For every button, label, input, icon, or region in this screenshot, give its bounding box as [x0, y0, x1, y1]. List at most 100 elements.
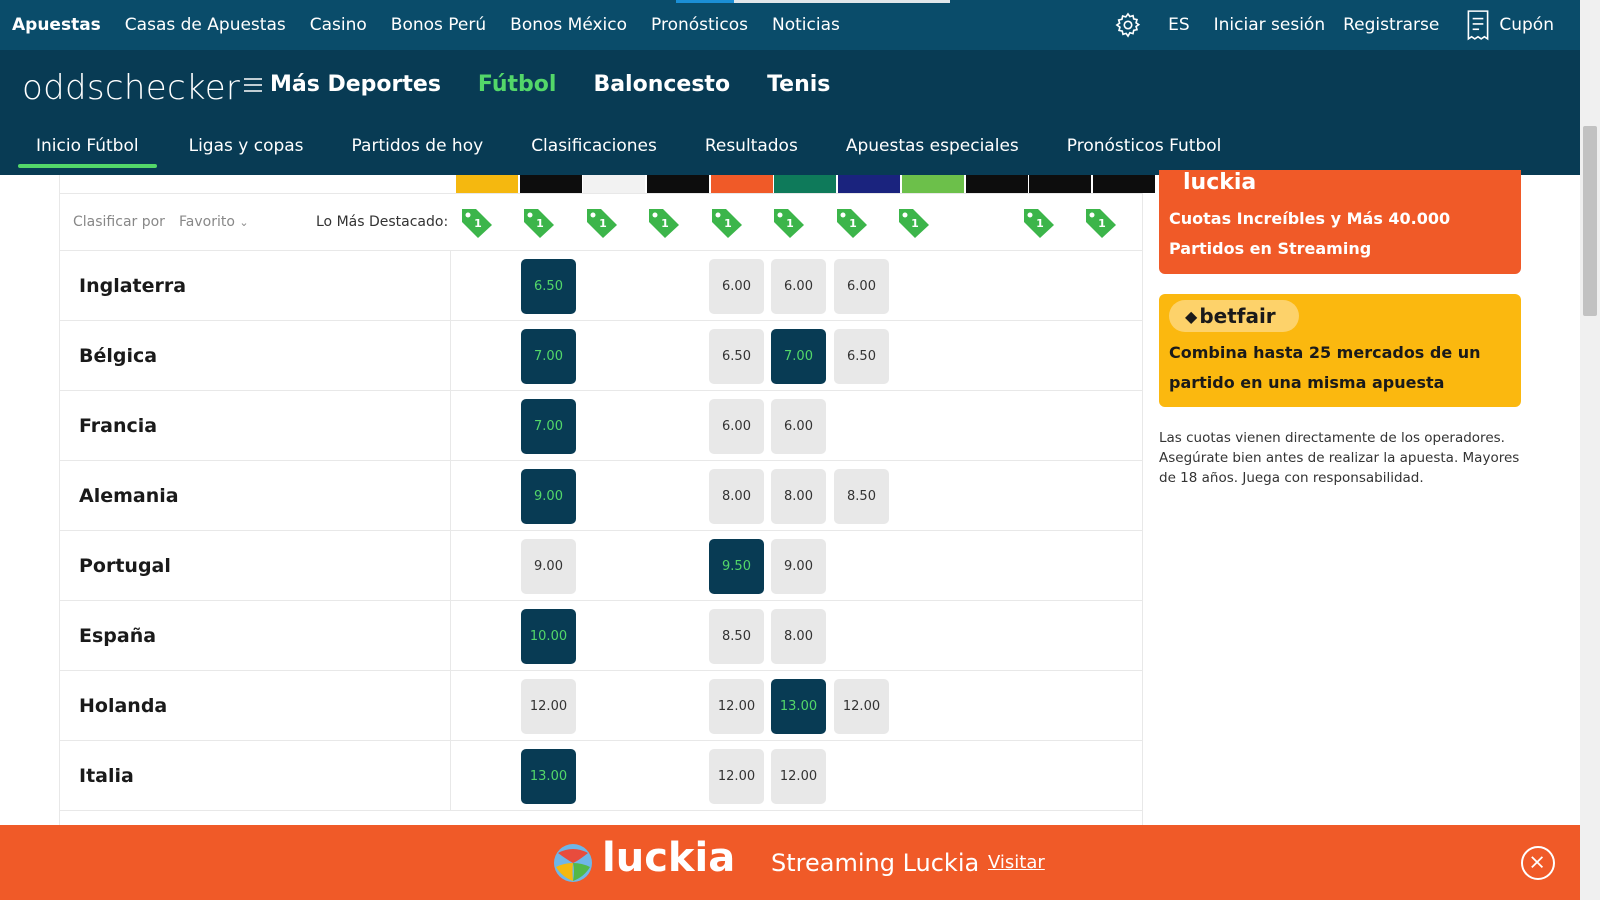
- bookmaker-logo-0[interactable]: [456, 175, 518, 193]
- sport-baloncesto[interactable]: Baloncesto: [593, 72, 730, 97]
- topnav-bonos-peru[interactable]: Bonos Perú: [379, 15, 498, 35]
- close-icon[interactable]: [1521, 846, 1555, 880]
- offer-tag-icon[interactable]: 1: [835, 207, 869, 239]
- odds-button[interactable]: 6.00: [771, 259, 826, 314]
- tab-partidos-de-hoy[interactable]: Partidos de hoy: [328, 136, 508, 170]
- register-link[interactable]: Registrarse: [1331, 15, 1451, 35]
- best-odds-button[interactable]: 7.00: [521, 329, 576, 384]
- odds-button[interactable]: 12.00: [709, 679, 764, 734]
- scrollbar-thumb[interactable]: [1583, 126, 1597, 316]
- odds-button[interactable]: 6.50: [834, 329, 889, 384]
- bookmaker-logo-6[interactable]: [838, 175, 901, 193]
- best-odds-button[interactable]: 7.00: [771, 329, 826, 384]
- bookmaker-logos-strip: [456, 175, 1157, 193]
- bookmaker-logo-8[interactable]: [965, 175, 1028, 193]
- sport-mas-deportes[interactable]: Más Deportes: [270, 72, 441, 97]
- visit-link[interactable]: Visitar: [988, 852, 1045, 873]
- betfair-promo-card[interactable]: ◆ betfair Combina hasta 25 mercados de un…: [1159, 294, 1521, 407]
- odds-button[interactable]: 8.00: [771, 609, 826, 664]
- offer-tag-icon[interactable]: 1: [647, 207, 681, 239]
- tab-clasificaciones[interactable]: Clasificaciones: [507, 136, 681, 170]
- team-name[interactable]: Portugal: [79, 531, 451, 601]
- odds-button[interactable]: 12.00: [771, 749, 826, 804]
- menu-icon[interactable]: [244, 77, 262, 93]
- odds-filter-bar: Clasificar por Favorito ⌄ Lo Más Destaca…: [60, 193, 1142, 251]
- sort-dropdown[interactable]: Favorito ⌄: [179, 214, 249, 230]
- odds-button[interactable]: 8.50: [709, 609, 764, 664]
- team-name[interactable]: Francia: [79, 391, 451, 461]
- offer-tag-icon[interactable]: 1: [1022, 207, 1056, 239]
- sport-futbol[interactable]: Fútbol: [478, 72, 557, 97]
- best-odds-button[interactable]: 7.00: [521, 399, 576, 454]
- team-name[interactable]: Inglaterra: [79, 251, 451, 321]
- luckia-promo-card[interactable]: luckia Cuotas Increíbles y Más 40.000 Pa…: [1159, 170, 1521, 274]
- offer-tag-icon[interactable]: 1: [460, 207, 494, 239]
- odds-button[interactable]: 12.00: [521, 679, 576, 734]
- tab-inicio-futbol[interactable]: Inicio Fútbol: [18, 136, 157, 170]
- bookmaker-logo-9[interactable]: [1029, 175, 1092, 193]
- odds-button[interactable]: 8.50: [834, 469, 889, 524]
- bookmaker-logo-1[interactable]: [519, 175, 582, 193]
- odds-button[interactable]: 6.50: [709, 329, 764, 384]
- coupon-icon[interactable]: [1465, 9, 1491, 41]
- betfair-logo: ◆ betfair: [1169, 300, 1299, 332]
- offer-tag-icon[interactable]: 1: [897, 207, 931, 239]
- team-name[interactable]: Alemania: [79, 461, 451, 531]
- bookmaker-logo-7[interactable]: [901, 175, 964, 193]
- bookmaker-logo-2[interactable]: [583, 175, 646, 193]
- odds-button[interactable]: 6.00: [709, 399, 764, 454]
- topnav-pronosticos[interactable]: Pronósticos: [639, 15, 760, 35]
- odds-button[interactable]: 6.00: [771, 399, 826, 454]
- odds-button[interactable]: 12.00: [834, 679, 889, 734]
- best-odds-button[interactable]: 9.00: [521, 469, 576, 524]
- table-row: Bélgica 7.00 6.50 7.00 6.50: [60, 321, 1142, 391]
- coupon-link[interactable]: Cupón: [1499, 15, 1554, 35]
- bookmaker-logo-4[interactable]: [710, 175, 773, 193]
- login-link[interactable]: Iniciar sesión: [1202, 15, 1331, 35]
- topnav-casino[interactable]: Casino: [298, 15, 379, 35]
- best-odds-button[interactable]: 13.00: [521, 749, 576, 804]
- odds-button[interactable]: 6.00: [709, 259, 764, 314]
- offer-tag-icon[interactable]: 1: [772, 207, 806, 239]
- luckia-ball-icon: [554, 844, 592, 882]
- team-name[interactable]: Italia: [79, 741, 451, 811]
- odds-button[interactable]: 12.00: [709, 749, 764, 804]
- gear-icon[interactable]: [1114, 11, 1142, 39]
- odds-button[interactable]: 9.00: [521, 539, 576, 594]
- odds-button[interactable]: 6.00: [834, 259, 889, 314]
- bookmaker-logo-5[interactable]: [774, 175, 837, 193]
- table-row: España 10.00 8.50 8.00: [60, 601, 1142, 671]
- offer-tag-icon[interactable]: 1: [710, 207, 744, 239]
- best-odds-button[interactable]: 13.00: [771, 679, 826, 734]
- team-name[interactable]: Bélgica: [79, 321, 451, 391]
- offer-tag-icon[interactable]: 1: [585, 207, 619, 239]
- page-scrollbar[interactable]: [1580, 0, 1600, 900]
- topnav-casas-de-apuestas[interactable]: Casas de Apuestas: [113, 15, 298, 35]
- table-row: Francia 7.00 6.00 6.00: [60, 391, 1142, 461]
- team-name[interactable]: Holanda: [79, 671, 451, 741]
- team-name[interactable]: España: [79, 601, 451, 671]
- brand-bar: oddschecker Más Deportes Fútbol Balonces…: [0, 50, 1580, 175]
- sport-tenis[interactable]: Tenis: [767, 72, 830, 97]
- odds-button[interactable]: 9.00: [771, 539, 826, 594]
- tab-ligas-y-copas[interactable]: Ligas y copas: [157, 136, 328, 170]
- best-odds-button[interactable]: 10.00: [521, 609, 576, 664]
- language-selector[interactable]: ES: [1156, 15, 1202, 35]
- tab-pronosticos-futbol[interactable]: Pronósticos Futbol: [1043, 136, 1246, 170]
- offer-tag-icon[interactable]: 1: [522, 207, 556, 239]
- banner-title: Streaming Luckia: [771, 849, 980, 877]
- oddschecker-logo[interactable]: oddschecker: [22, 68, 240, 108]
- topnav-apuestas[interactable]: Apuestas: [0, 15, 113, 35]
- best-odds-button[interactable]: 6.50: [521, 259, 576, 314]
- offer-tag-icon[interactable]: 1: [1084, 207, 1118, 239]
- odds-button[interactable]: 8.00: [709, 469, 764, 524]
- topnav-bonos-mexico[interactable]: Bonos México: [498, 15, 639, 35]
- odds-button[interactable]: 8.00: [771, 469, 826, 524]
- tab-resultados[interactable]: Resultados: [681, 136, 822, 170]
- sort-label: Clasificar por: [73, 214, 165, 230]
- bookmaker-logo-10[interactable]: [1092, 175, 1155, 193]
- bookmaker-logo-3[interactable]: [647, 175, 710, 193]
- topnav-noticias[interactable]: Noticias: [760, 15, 852, 35]
- tab-apuestas-especiales[interactable]: Apuestas especiales: [822, 136, 1043, 170]
- best-odds-button[interactable]: 9.50: [709, 539, 764, 594]
